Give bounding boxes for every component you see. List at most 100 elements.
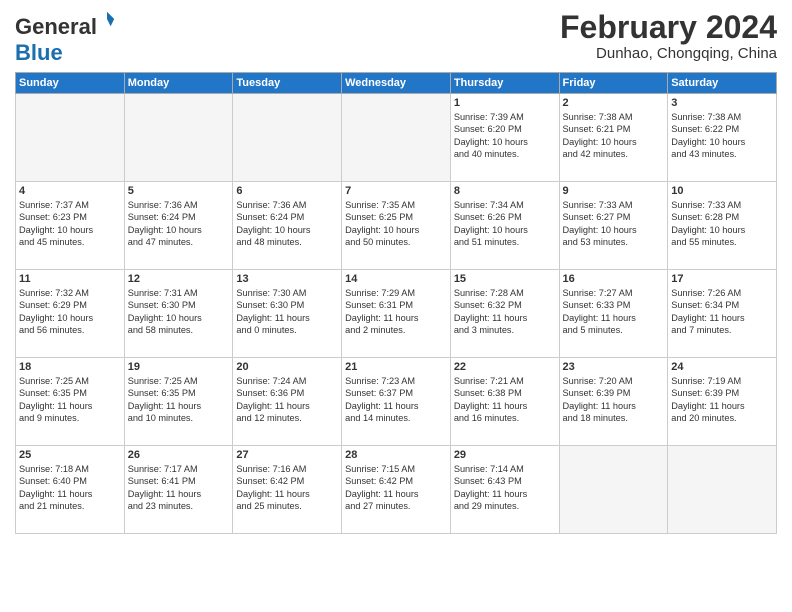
cell-text: Sunrise: 7:21 AM Sunset: 6:38 PM Dayligh… [454,375,556,425]
cell-text: Sunrise: 7:23 AM Sunset: 6:37 PM Dayligh… [345,375,447,425]
calendar-table: SundayMondayTuesdayWednesdayThursdayFrid… [15,72,777,534]
cell-text: Sunrise: 7:19 AM Sunset: 6:39 PM Dayligh… [671,375,773,425]
calendar-cell: 9 Sunrise: 7:33 AM Sunset: 6:27 PM Daylig… [559,182,668,270]
calendar-cell: 7 Sunrise: 7:35 AM Sunset: 6:25 PM Daylig… [342,182,451,270]
header: General Blue February 2024 Dunhao, Chong… [15,10,777,66]
week-row-4: 18 Sunrise: 7:25 AM Sunset: 6:35 PM Dayli… [16,358,777,446]
cell-text: Sunrise: 7:33 AM Sunset: 6:27 PM Dayligh… [563,199,665,249]
day-number: 15 [454,273,556,285]
logo-icon [98,10,116,28]
logo: General Blue [15,14,116,66]
week-row-3: 11 Sunrise: 7:32 AM Sunset: 6:29 PM Dayli… [16,270,777,358]
cell-text: Sunrise: 7:39 AM Sunset: 6:20 PM Dayligh… [454,111,556,161]
calendar-cell: 29Sunrise: 7:14 AM Sunset: 6:43 PM Dayli… [450,446,559,534]
weekday-header-friday: Friday [559,73,668,94]
week-row-2: 4 Sunrise: 7:37 AM Sunset: 6:23 PM Daylig… [16,182,777,270]
day-number: 21 [345,361,447,373]
day-number: 16 [563,273,665,285]
day-number: 1 [454,97,556,109]
calendar-cell: 15 Sunrise: 7:28 AM Sunset: 6:32 PM Dayli… [450,270,559,358]
calendar-cell: 13Sunrise: 7:30 AM Sunset: 6:30 PM Dayli… [233,270,342,358]
calendar-cell [559,446,668,534]
cell-text: Sunrise: 7:36 AM Sunset: 6:24 PM Dayligh… [128,199,230,249]
day-number: 7 [345,185,447,197]
day-number: 18 [19,361,121,373]
cell-text: Sunrise: 7:20 AM Sunset: 6:39 PM Dayligh… [563,375,665,425]
calendar-cell: 3 Sunrise: 7:38 AM Sunset: 6:22 PM Daylig… [668,94,777,182]
cell-text: Sunrise: 7:38 AM Sunset: 6:22 PM Dayligh… [671,111,773,161]
cell-text: Sunrise: 7:18 AM Sunset: 6:40 PM Dayligh… [19,463,121,513]
calendar-cell: 6 Sunrise: 7:36 AM Sunset: 6:24 PM Daylig… [233,182,342,270]
day-number: 10 [671,185,773,197]
calendar-cell: 23 Sunrise: 7:20 AM Sunset: 6:39 PM Dayli… [559,358,668,446]
calendar-page: General Blue February 2024 Dunhao, Chong… [0,0,792,612]
cell-text: Sunrise: 7:28 AM Sunset: 6:32 PM Dayligh… [454,287,556,337]
cell-text: Sunrise: 7:26 AM Sunset: 6:34 PM Dayligh… [671,287,773,337]
day-number: 4 [19,185,121,197]
calendar-cell [233,94,342,182]
logo-text: General Blue [15,14,116,66]
calendar-cell [668,446,777,534]
calendar-cell [124,94,233,182]
calendar-cell [16,94,125,182]
day-number: 28 [345,449,447,461]
calendar-cell: 26Sunrise: 7:17 AM Sunset: 6:41 PM Dayli… [124,446,233,534]
calendar-cell: 21 Sunrise: 7:23 AM Sunset: 6:37 PM Dayli… [342,358,451,446]
calendar-cell: 8Sunrise: 7:34 AM Sunset: 6:26 PM Daylig… [450,182,559,270]
cell-text: Sunrise: 7:27 AM Sunset: 6:33 PM Dayligh… [563,287,665,337]
calendar-cell: 16 Sunrise: 7:27 AM Sunset: 6:33 PM Dayli… [559,270,668,358]
weekday-header-tuesday: Tuesday [233,73,342,94]
week-row-1: 1 Sunrise: 7:39 AM Sunset: 6:20 PM Daylig… [16,94,777,182]
calendar-cell: 22Sunrise: 7:21 AM Sunset: 6:38 PM Dayli… [450,358,559,446]
calendar-cell: 14 Sunrise: 7:29 AM Sunset: 6:31 PM Dayli… [342,270,451,358]
calendar-cell: 10 Sunrise: 7:33 AM Sunset: 6:28 PM Dayli… [668,182,777,270]
calendar-cell: 28 Sunrise: 7:15 AM Sunset: 6:42 PM Dayli… [342,446,451,534]
weekday-header-row: SundayMondayTuesdayWednesdayThursdayFrid… [16,73,777,94]
cell-text: Sunrise: 7:17 AM Sunset: 6:41 PM Dayligh… [128,463,230,513]
calendar-cell: 18Sunrise: 7:25 AM Sunset: 6:35 PM Dayli… [16,358,125,446]
day-number: 11 [19,273,121,285]
day-number: 17 [671,273,773,285]
month-title: February 2024 [560,10,777,45]
cell-text: Sunrise: 7:33 AM Sunset: 6:28 PM Dayligh… [671,199,773,249]
cell-text: Sunrise: 7:29 AM Sunset: 6:31 PM Dayligh… [345,287,447,337]
calendar-cell: 20Sunrise: 7:24 AM Sunset: 6:36 PM Dayli… [233,358,342,446]
calendar-cell: 27Sunrise: 7:16 AM Sunset: 6:42 PM Dayli… [233,446,342,534]
cell-text: Sunrise: 7:37 AM Sunset: 6:23 PM Dayligh… [19,199,121,249]
calendar-cell: 24 Sunrise: 7:19 AM Sunset: 6:39 PM Dayli… [668,358,777,446]
calendar-cell: 11 Sunrise: 7:32 AM Sunset: 6:29 PM Dayli… [16,270,125,358]
cell-text: Sunrise: 7:16 AM Sunset: 6:42 PM Dayligh… [236,463,338,513]
calendar-cell: 5 Sunrise: 7:36 AM Sunset: 6:24 PM Daylig… [124,182,233,270]
day-number: 9 [563,185,665,197]
day-number: 24 [671,361,773,373]
day-number: 14 [345,273,447,285]
logo-blue: Blue [15,40,63,65]
cell-text: Sunrise: 7:35 AM Sunset: 6:25 PM Dayligh… [345,199,447,249]
calendar-cell: 19 Sunrise: 7:25 AM Sunset: 6:35 PM Dayli… [124,358,233,446]
calendar-cell: 17 Sunrise: 7:26 AM Sunset: 6:34 PM Dayli… [668,270,777,358]
cell-text: Sunrise: 7:31 AM Sunset: 6:30 PM Dayligh… [128,287,230,337]
day-number: 6 [236,185,338,197]
cell-text: Sunrise: 7:14 AM Sunset: 6:43 PM Dayligh… [454,463,556,513]
weekday-header-sunday: Sunday [16,73,125,94]
location-title: Dunhao, Chongqing, China [560,45,777,62]
day-number: 23 [563,361,665,373]
cell-text: Sunrise: 7:24 AM Sunset: 6:36 PM Dayligh… [236,375,338,425]
day-number: 19 [128,361,230,373]
weekday-header-thursday: Thursday [450,73,559,94]
logo-general: General [15,14,97,39]
day-number: 25 [19,449,121,461]
calendar-cell: 1 Sunrise: 7:39 AM Sunset: 6:20 PM Daylig… [450,94,559,182]
calendar-cell: 2Sunrise: 7:38 AM Sunset: 6:21 PM Daylig… [559,94,668,182]
calendar-cell: 4 Sunrise: 7:37 AM Sunset: 6:23 PM Daylig… [16,182,125,270]
cell-text: Sunrise: 7:30 AM Sunset: 6:30 PM Dayligh… [236,287,338,337]
cell-text: Sunrise: 7:25 AM Sunset: 6:35 PM Dayligh… [128,375,230,425]
cell-text: Sunrise: 7:32 AM Sunset: 6:29 PM Dayligh… [19,287,121,337]
cell-text: Sunrise: 7:15 AM Sunset: 6:42 PM Dayligh… [345,463,447,513]
day-number: 3 [671,97,773,109]
day-number: 5 [128,185,230,197]
cell-text: Sunrise: 7:38 AM Sunset: 6:21 PM Dayligh… [563,111,665,161]
title-block: February 2024 Dunhao, Chongqing, China [560,10,777,62]
week-row-5: 25 Sunrise: 7:18 AM Sunset: 6:40 PM Dayli… [16,446,777,534]
cell-text: Sunrise: 7:36 AM Sunset: 6:24 PM Dayligh… [236,199,338,249]
